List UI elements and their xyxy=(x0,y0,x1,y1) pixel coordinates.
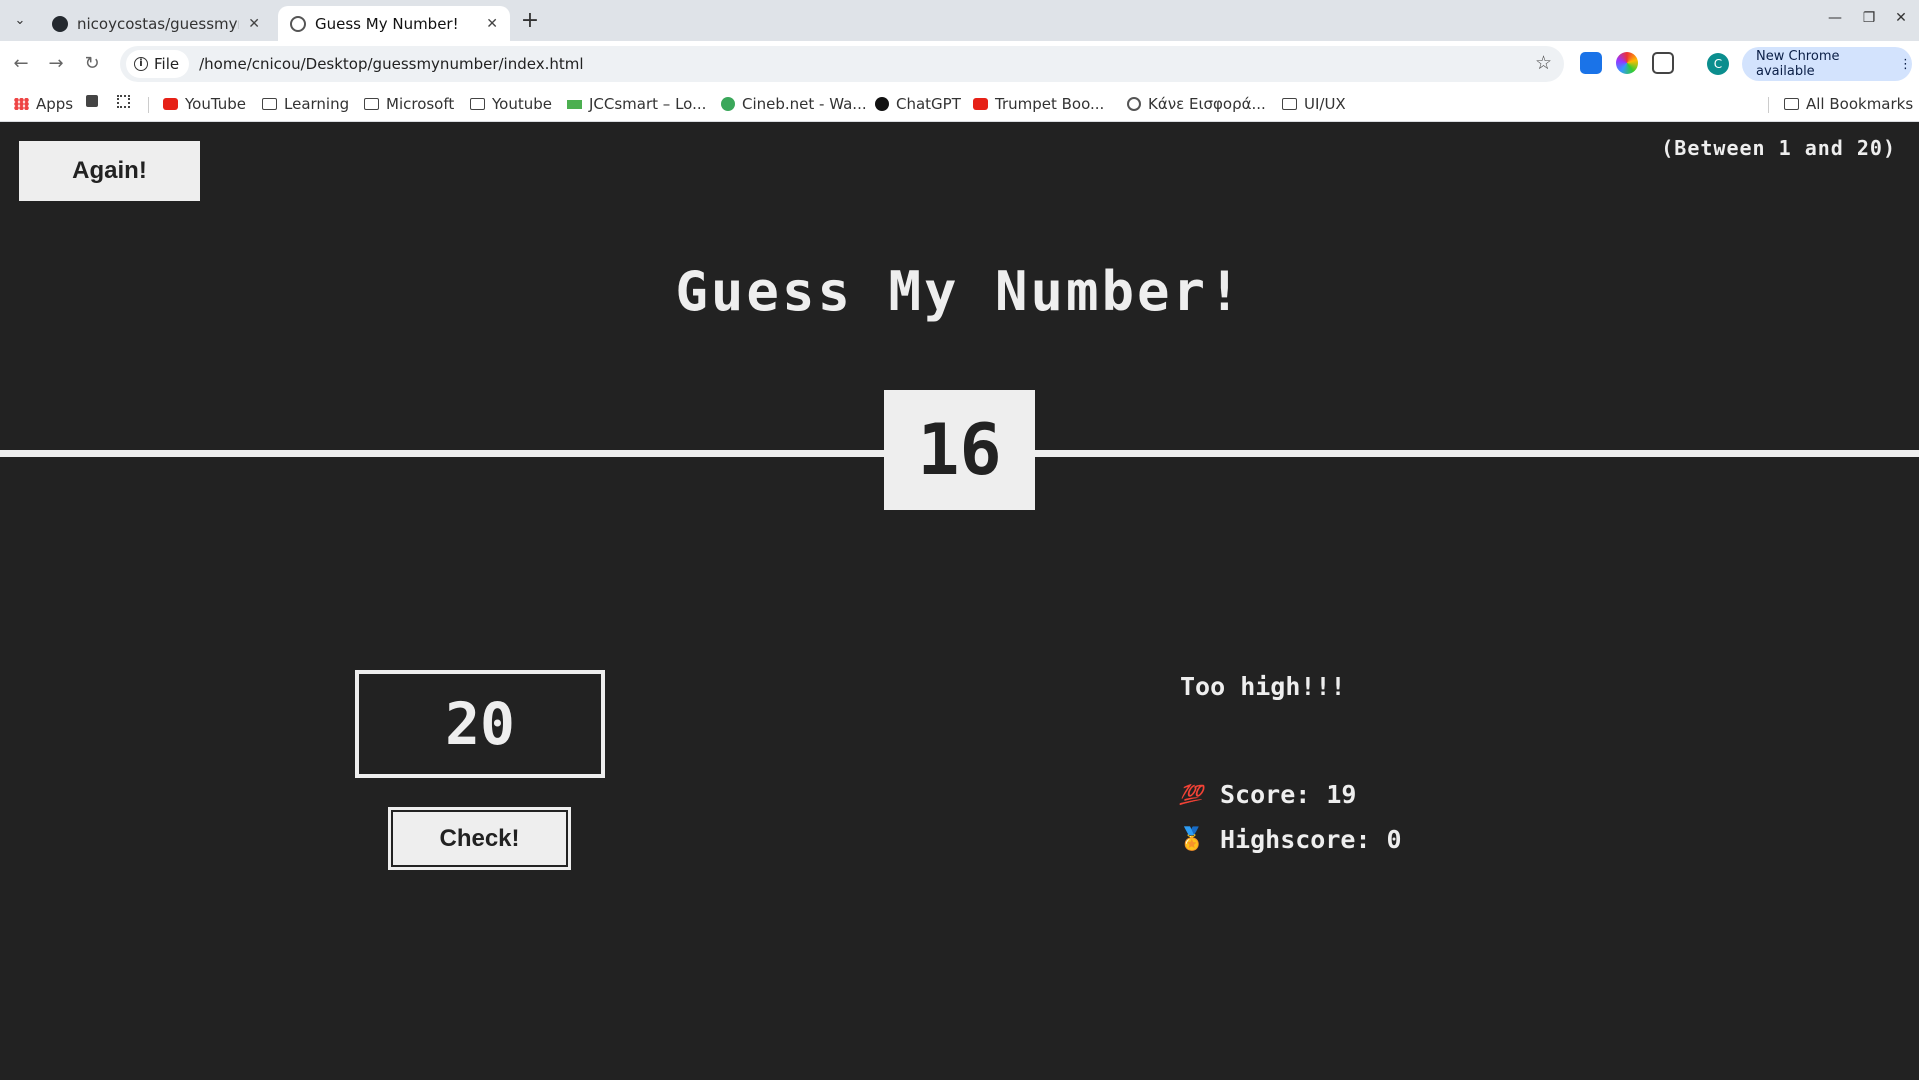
forward-arrow-icon[interactable]: → xyxy=(44,52,68,76)
more-menu-icon: ⋮ xyxy=(1899,56,1912,72)
bookmark-label: Learning xyxy=(284,95,350,113)
bookmark-label: Κάνε Εισφορά... xyxy=(1148,95,1266,113)
update-chrome-button[interactable]: New Chrome available ⋮ xyxy=(1742,47,1912,81)
all-bookmarks[interactable]: All Bookmarks xyxy=(1784,95,1913,113)
hundred-points-icon: 💯 xyxy=(1179,784,1203,806)
globe-icon xyxy=(290,15,306,32)
folder-icon xyxy=(364,98,379,110)
guess-input[interactable] xyxy=(355,670,605,778)
bookmark-label: Microsoft xyxy=(386,95,455,113)
window-close-icon[interactable]: ✕ xyxy=(1889,10,1913,26)
game-page: Again! (Between 1 and 20) Guess My Numbe… xyxy=(0,122,1919,1080)
extension-icon[interactable] xyxy=(1580,52,1602,74)
folder-icon xyxy=(1282,98,1297,110)
folder-icon xyxy=(470,98,485,110)
bookmark-eisfora[interactable]: Κάνε Εισφορά... xyxy=(1127,95,1266,113)
info-icon: i xyxy=(134,57,148,71)
folder-icon xyxy=(1784,98,1799,110)
address-bar[interactable]: i File /home/cnicou/Desktop/guessmynumbe… xyxy=(120,46,1564,82)
square-icon xyxy=(86,95,98,107)
tab-strip: ⌄ nicoycostas/guessmynu ✕ Guess My Numbe… xyxy=(0,0,1919,41)
globe-icon xyxy=(1127,97,1141,111)
github-icon xyxy=(52,15,68,32)
bookmark-youtube[interactable]: YouTube xyxy=(163,95,246,113)
score-label: Score: xyxy=(1220,780,1311,809)
apps-grid-icon xyxy=(14,98,29,110)
bookmark-learning[interactable]: Learning xyxy=(262,95,349,113)
bookmark-label: YouTube xyxy=(185,95,246,113)
tab-title: nicoycostas/guessmynu xyxy=(77,14,240,33)
chatgpt-icon xyxy=(875,97,889,111)
bookmark-label: Cineb.net - Wa... xyxy=(742,95,867,113)
bookmark-label: ChatGPT xyxy=(896,95,961,113)
grid-icon xyxy=(117,95,130,108)
update-label: New Chrome available xyxy=(1756,49,1840,79)
bookmark-label: UI/UX xyxy=(1304,95,1346,113)
bookmark-label: JCCsmart – Lo... xyxy=(589,95,707,113)
check-button[interactable]: Check! xyxy=(388,807,571,870)
secret-number-box: 16 xyxy=(884,390,1035,510)
puzzle-extensions-icon[interactable] xyxy=(1652,52,1674,74)
bookmark-separator xyxy=(1768,97,1769,113)
bookmark-cineb[interactable]: Cineb.net - Wa... xyxy=(721,95,867,113)
close-icon[interactable]: ✕ xyxy=(486,16,498,32)
highscore-value: 0 xyxy=(1386,825,1402,854)
feedback-message: Too high!!! xyxy=(1180,672,1346,701)
bookmark-separator xyxy=(148,97,149,113)
all-bookmarks-label: All Bookmarks xyxy=(1806,95,1914,113)
folder-icon xyxy=(262,98,277,110)
youtube-icon xyxy=(163,98,178,110)
highscore-row: 🏅 Highscore: 0 xyxy=(1178,825,1402,854)
score-value: 19 xyxy=(1326,780,1357,809)
tab-github[interactable]: nicoycostas/guessmynu ✕ xyxy=(40,6,272,41)
bookmarks-bar: Apps YouTube Learning Microsoft Youtube … xyxy=(0,87,1919,122)
reload-icon[interactable]: ↻ xyxy=(80,52,104,76)
highscore-label: Highscore: xyxy=(1220,825,1371,854)
tab-title: Guess My Number! xyxy=(315,14,459,33)
range-hint: (Between 1 and 20) xyxy=(1661,136,1896,160)
close-icon[interactable]: ✕ xyxy=(248,16,260,32)
url-text[interactable]: /home/cnicou/Desktop/guessmynumber/index… xyxy=(199,55,583,73)
profile-avatar[interactable]: C xyxy=(1707,53,1729,75)
bookmark-label: Youtube xyxy=(492,95,552,113)
color-extension-icon[interactable] xyxy=(1616,52,1638,74)
minimize-icon[interactable]: — xyxy=(1823,10,1847,26)
scheme-label: File xyxy=(154,55,180,73)
browser-toolbar: ← → ↻ i File /home/cnicou/Desktop/guessm… xyxy=(0,41,1919,87)
jcc-icon xyxy=(567,99,582,109)
bookmark-apps[interactable]: Apps xyxy=(14,95,73,113)
cineb-icon xyxy=(721,97,735,111)
again-button[interactable]: Again! xyxy=(19,141,200,201)
bookmark-label: Trumpet Boo... xyxy=(995,95,1105,113)
bookmark-jccsmart[interactable]: JCCsmart – Lo... xyxy=(567,95,706,113)
tab-search-chevron-icon[interactable]: ⌄ xyxy=(8,8,32,32)
page-title: Guess My Number! xyxy=(675,260,1244,323)
bookmark-label: Apps xyxy=(36,95,74,113)
bookmark-uiux[interactable]: UI/UX xyxy=(1282,95,1346,113)
bookmark-star-icon[interactable]: ☆ xyxy=(1535,52,1552,74)
bookmark-youtube-folder[interactable]: Youtube xyxy=(470,95,552,113)
bookmark-microsoft[interactable]: Microsoft xyxy=(364,95,454,113)
new-tab-plus-icon[interactable]: + xyxy=(518,8,542,33)
back-arrow-icon[interactable]: ← xyxy=(9,52,33,76)
bookmark-trumpet[interactable]: Trumpet Boo... xyxy=(973,95,1104,113)
bookmark-chatgpt[interactable]: ChatGPT xyxy=(875,95,961,113)
bookmark-square[interactable] xyxy=(86,95,98,107)
medal-icon: 🏅 xyxy=(1178,827,1206,852)
bookmark-grid[interactable] xyxy=(117,95,130,108)
site-info-chip[interactable]: i File xyxy=(126,50,190,78)
tab-guess-my-number[interactable]: Guess My Number! ✕ xyxy=(278,6,510,41)
youtube-icon xyxy=(973,98,988,110)
restore-icon[interactable]: ❐ xyxy=(1857,10,1881,26)
score-row: 💯 Score: 19 xyxy=(1178,780,1356,809)
